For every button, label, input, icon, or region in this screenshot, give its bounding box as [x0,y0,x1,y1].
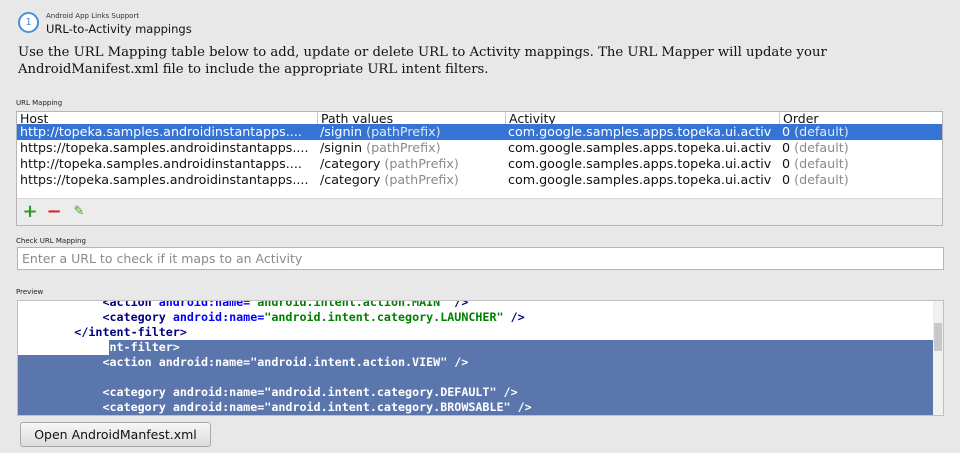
code-value: "android.intent.category.DEFAULT" [264,385,497,399]
code-value: "android.intent.category.BROWSABLE" [264,400,511,414]
order-cell: 0 (default) [779,156,942,172]
preview-scrollbar[interactable] [933,301,943,415]
preview-label: Preview [16,288,44,296]
manifest-preview[interactable]: <action android:name="android.intent.acti… [17,300,944,416]
path-cell: /category (pathPrefix) [317,156,505,172]
path-value: /category [320,156,381,171]
order-value: 0 [782,140,791,155]
code-tag-close: /> [503,310,525,324]
code-tag-close: /> [510,400,532,414]
path-type-hint: (pathPrefix) [366,140,441,155]
code-line: <action android:name="android.intent.acti… [18,355,933,370]
code-line: <category android:name="android.intent.ca… [18,385,933,400]
path-type-hint: (pathPrefix) [366,124,441,139]
code-tag-close: /> [496,385,518,399]
path-type-hint: (pathPrefix) [384,156,459,171]
order-default-hint: (default) [794,124,849,139]
path-type-hint: (pathPrefix) [384,172,459,187]
code-tag: <action [102,300,152,309]
path-cell: /signin (pathPrefix) [317,124,505,140]
url-mapping-label: URL Mapping [16,99,63,107]
open-manifest-button[interactable]: Open AndroidManfest.xml [20,422,211,447]
code-attr: android:name= [158,300,251,309]
table-toolbar: + − ✎ [17,198,942,225]
code-attr: android:name= [172,385,265,399]
order-default-hint: (default) [794,140,849,155]
table-row[interactable]: https://topeka.samples.androidinstantapp… [17,140,942,156]
path-value: /category [320,172,381,187]
order-cell: 0 (default) [779,124,942,140]
code-tag: <category [102,385,166,399]
code-tag: <category [102,310,166,324]
table-row[interactable]: https://topeka.samples.androidinstantapp… [17,172,942,188]
step-number-badge: 1 [18,12,39,33]
code-tag: <action [102,355,152,369]
plus-icon[interactable]: + [21,203,39,221]
order-default-hint: (default) [794,172,849,187]
table-row[interactable]: http://topeka.samples.androidinstantapps… [17,124,942,140]
code-tag-close: /> [447,300,469,309]
code-tag-close: /> [447,355,469,369]
header-title: URL-to-Activity mappings [46,22,192,36]
host-cell: https://topeka.samples.androidinstantapp… [20,172,309,187]
code-line: <category android:name="android.intent.ca… [18,400,933,415]
column-header-order[interactable]: Order [779,112,943,124]
path-cell: /signin (pathPrefix) [317,140,505,156]
minus-icon[interactable]: − [45,203,63,221]
column-header-path-values[interactable]: Path values [317,112,506,124]
order-value: 0 [782,124,791,139]
code-line: <category android:name="android.intent.ca… [18,310,933,325]
code-value: "android.intent.action.MAIN" [250,300,448,309]
order-default-hint: (default) [794,156,849,171]
code-line: </intent-filter> [18,325,933,340]
order-cell: 0 (default) [779,172,942,188]
check-url-input[interactable] [17,247,944,270]
check-url-label: Check URL Mapping [16,237,86,245]
order-value: 0 [782,172,791,187]
code-attr: android:name= [172,400,265,414]
code-line [18,370,933,385]
code-line: <action android:name="android.intent.acti… [18,300,933,310]
activity-cell: com.google.samples.apps.topeka.ui.activ [508,140,772,155]
path-cell: /category (pathPrefix) [317,172,505,188]
table-row[interactable]: http://topeka.samples.androidinstantapps… [17,156,942,172]
header-subtitle: Android App Links Support [46,12,140,20]
activity-cell: com.google.samples.apps.topeka.ui.activ [508,124,772,139]
code-tag: </intent-filter> [74,325,187,339]
pencil-icon[interactable]: ✎ [70,203,88,221]
code-tag: <intent-filter> [74,340,180,354]
description-text: Use the URL Mapping table below to add, … [18,45,827,77]
code-line: <intent-filter> [18,340,933,355]
path-value: /signin [320,140,363,155]
host-cell: http://topeka.samples.androidinstantapps… [20,156,302,171]
activity-cell: com.google.samples.apps.topeka.ui.activ [508,156,772,171]
code-value: "android.intent.category.LAUNCHER" [264,310,504,324]
code-attr: android:name= [158,355,251,369]
code-attr: android:name= [172,310,265,324]
url-mapping-table: Host Path values Activity Order http://t… [16,111,943,226]
activity-cell: com.google.samples.apps.topeka.ui.activ [508,172,772,187]
order-cell: 0 (default) [779,140,942,156]
code-value: "android.intent.action.VIEW" [250,355,448,369]
path-value: /signin [320,124,363,139]
scroll-thumb[interactable] [934,323,942,351]
order-value: 0 [782,156,791,171]
column-header-host[interactable]: Host [17,112,317,124]
host-cell: http://topeka.samples.androidinstantapps… [20,124,302,139]
host-cell: https://topeka.samples.androidinstantapp… [20,140,309,155]
column-header-activity[interactable]: Activity [505,112,779,124]
code-tag: <category [102,400,166,414]
